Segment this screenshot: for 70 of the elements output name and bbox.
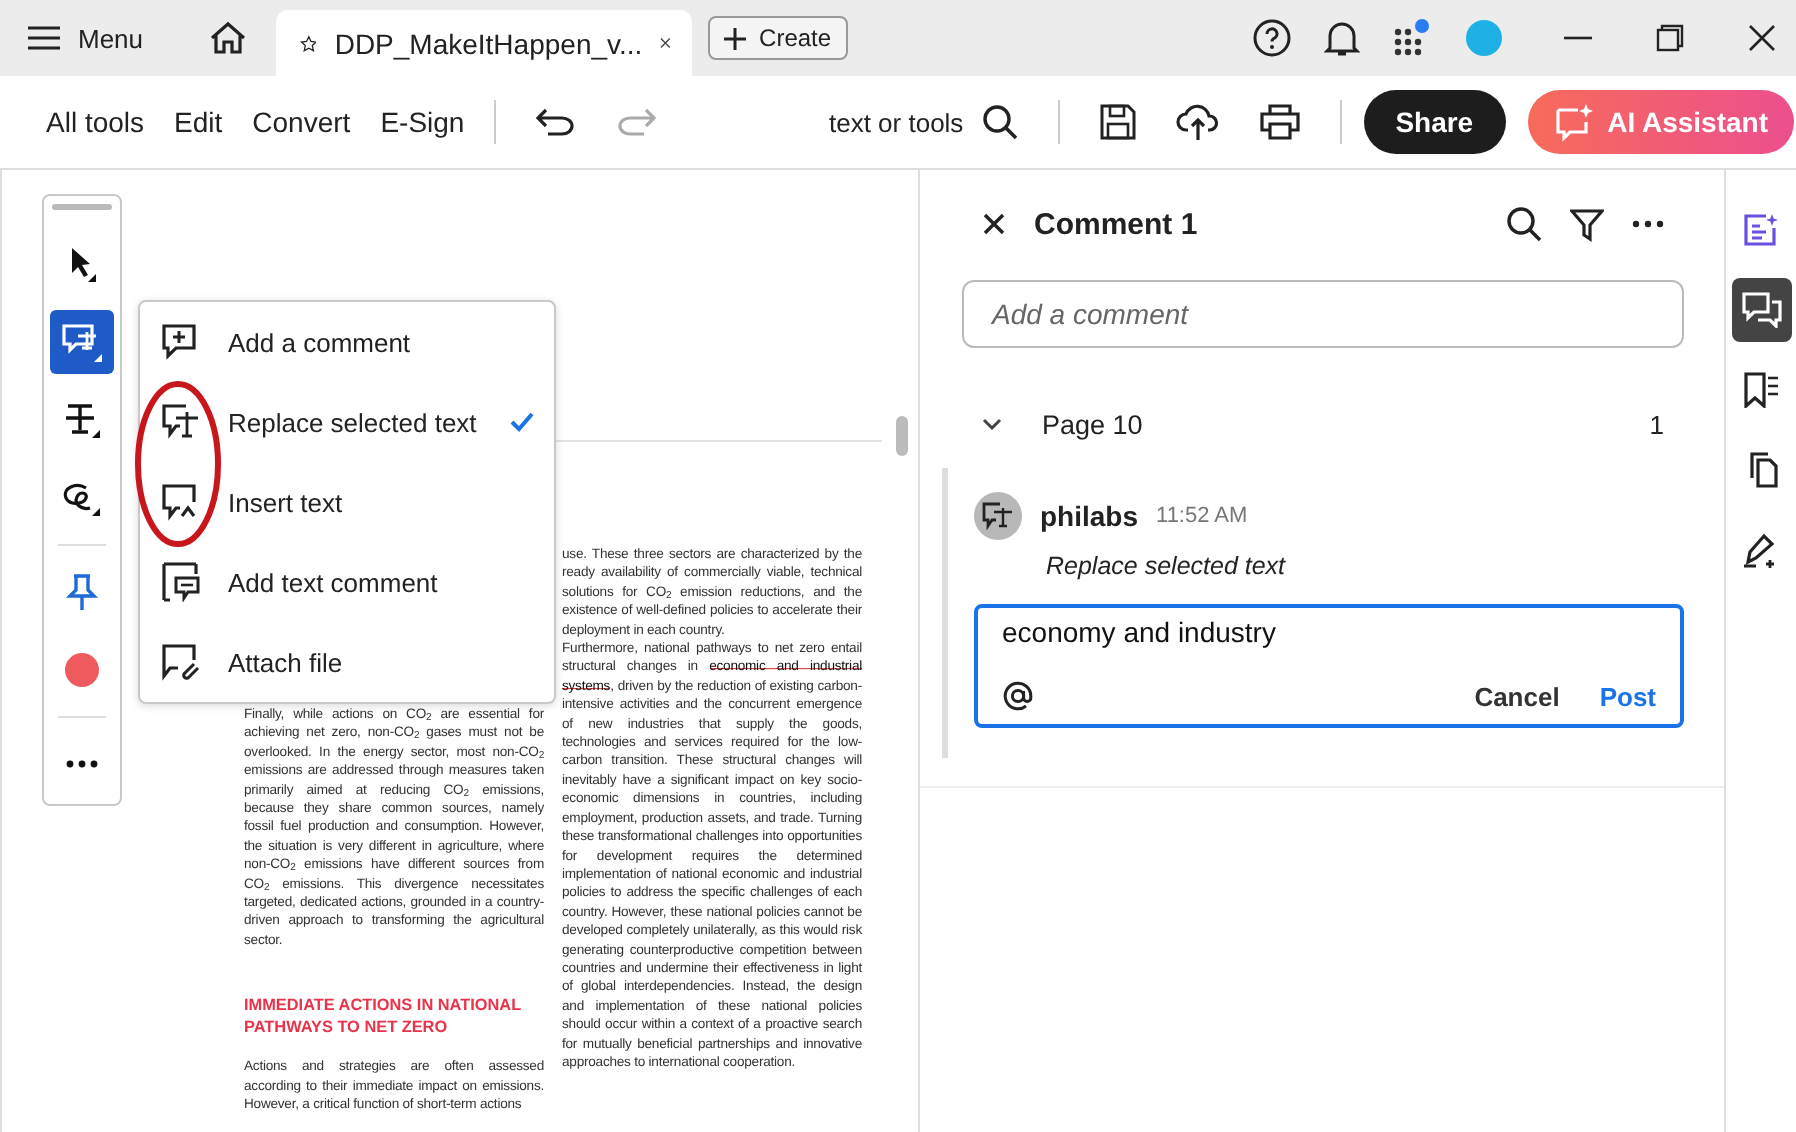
strikethrough-icon — [60, 398, 104, 442]
close-icon[interactable] — [982, 212, 1006, 236]
reply-field[interactable]: economy and industry Cancel Post — [974, 604, 1684, 728]
more-options-icon[interactable] — [1632, 220, 1664, 228]
page-label: Page 10 — [1042, 409, 1143, 439]
menu-item[interactable]: Insert text — [140, 462, 554, 542]
comment-type: Replace selected text — [1046, 552, 1288, 580]
comment-replace-icon — [160, 402, 200, 442]
toolbar-menu-item[interactable]: All tools — [46, 106, 145, 138]
menu-item-label: Add a comment — [228, 327, 413, 357]
menu-item[interactable]: Attach file — [140, 622, 554, 702]
close-icon[interactable] — [660, 32, 672, 54]
menu-item-label: Add text comment — [228, 567, 440, 597]
comment-attach-icon — [160, 642, 200, 682]
save-icon[interactable] — [1099, 104, 1136, 140]
pin-icon — [64, 572, 100, 612]
apps-grid-icon[interactable] — [1392, 18, 1432, 58]
comment-plus-icon — [160, 322, 200, 362]
print-icon[interactable] — [1259, 104, 1300, 140]
scrollbar-thumb[interactable] — [896, 416, 908, 456]
post-button[interactable]: Post — [1599, 681, 1656, 711]
plus-icon — [723, 27, 746, 49]
comment-count: 1 — [1649, 409, 1664, 439]
home-icon[interactable] — [207, 20, 248, 56]
share-button[interactable]: Share — [1363, 90, 1506, 154]
comment-insert-icon — [160, 482, 200, 522]
bookmark-icon — [1741, 372, 1781, 408]
chat-sparkle-icon — [1553, 102, 1594, 142]
comment-time: 11:52 AM — [1156, 504, 1248, 528]
comments-icon — [1741, 292, 1781, 328]
cloud-upload-icon[interactable] — [1175, 102, 1220, 142]
search-button[interactable]: text or tools — [828, 104, 1018, 140]
tab-title: DDP_MakeItHappen_v... — [334, 27, 643, 59]
panel-title: Comment 1 — [1034, 207, 1198, 241]
menu-button[interactable]: Menu — [28, 23, 144, 53]
restore-icon[interactable] — [1656, 24, 1684, 52]
add-comment-field[interactable]: Add a comment — [962, 280, 1684, 348]
document-tab[interactable]: DDP_MakeItHappen_v... — [275, 10, 692, 76]
drag-handle[interactable] — [52, 204, 112, 210]
create-button[interactable]: Create — [707, 16, 848, 60]
tool-button[interactable] — [50, 310, 114, 374]
comment-type-avatar-icon — [974, 492, 1022, 540]
search-icon[interactable] — [1506, 206, 1542, 242]
menu-item-label: Replace selected text — [228, 407, 479, 437]
bell-icon[interactable] — [1324, 18, 1360, 58]
menu-item-label: Attach file — [228, 647, 345, 677]
menu-item[interactable]: Add a comment — [140, 302, 554, 382]
menu-icon — [28, 26, 60, 50]
more-icon — [64, 758, 100, 770]
toolbar-menu-item[interactable]: Convert — [252, 106, 351, 138]
color-dot-icon — [62, 650, 102, 690]
comment-edit-icon — [58, 320, 106, 364]
menu-item[interactable]: Replace selected text — [140, 382, 554, 462]
help-icon[interactable] — [1252, 18, 1292, 58]
menu-item[interactable]: Add text comment — [140, 542, 554, 622]
close-icon[interactable] — [1748, 24, 1776, 52]
toolbar-menu-item[interactable]: Edit — [174, 106, 223, 138]
section-heading: IMMEDIATE ACTIONS IN NATIONAL PATHWAYS TO NET ZERO — [244, 994, 523, 1039]
menu-item-label: Insert text — [228, 487, 345, 517]
mention-icon[interactable] — [1002, 680, 1034, 712]
document-sparkle-icon — [1743, 212, 1779, 248]
undo-icon[interactable] — [536, 108, 577, 136]
toolbar-menu-item[interactable]: E-Sign — [380, 106, 465, 138]
comments-panel-button[interactable] — [1731, 278, 1791, 342]
cancel-button[interactable]: Cancel — [1474, 681, 1560, 711]
text-comment-icon — [160, 562, 200, 602]
page-group-header[interactable]: Page 10 1 — [962, 400, 1684, 448]
comment-author: philabs — [1040, 500, 1139, 532]
filter-icon[interactable] — [1570, 207, 1604, 241]
search-icon — [981, 104, 1018, 140]
